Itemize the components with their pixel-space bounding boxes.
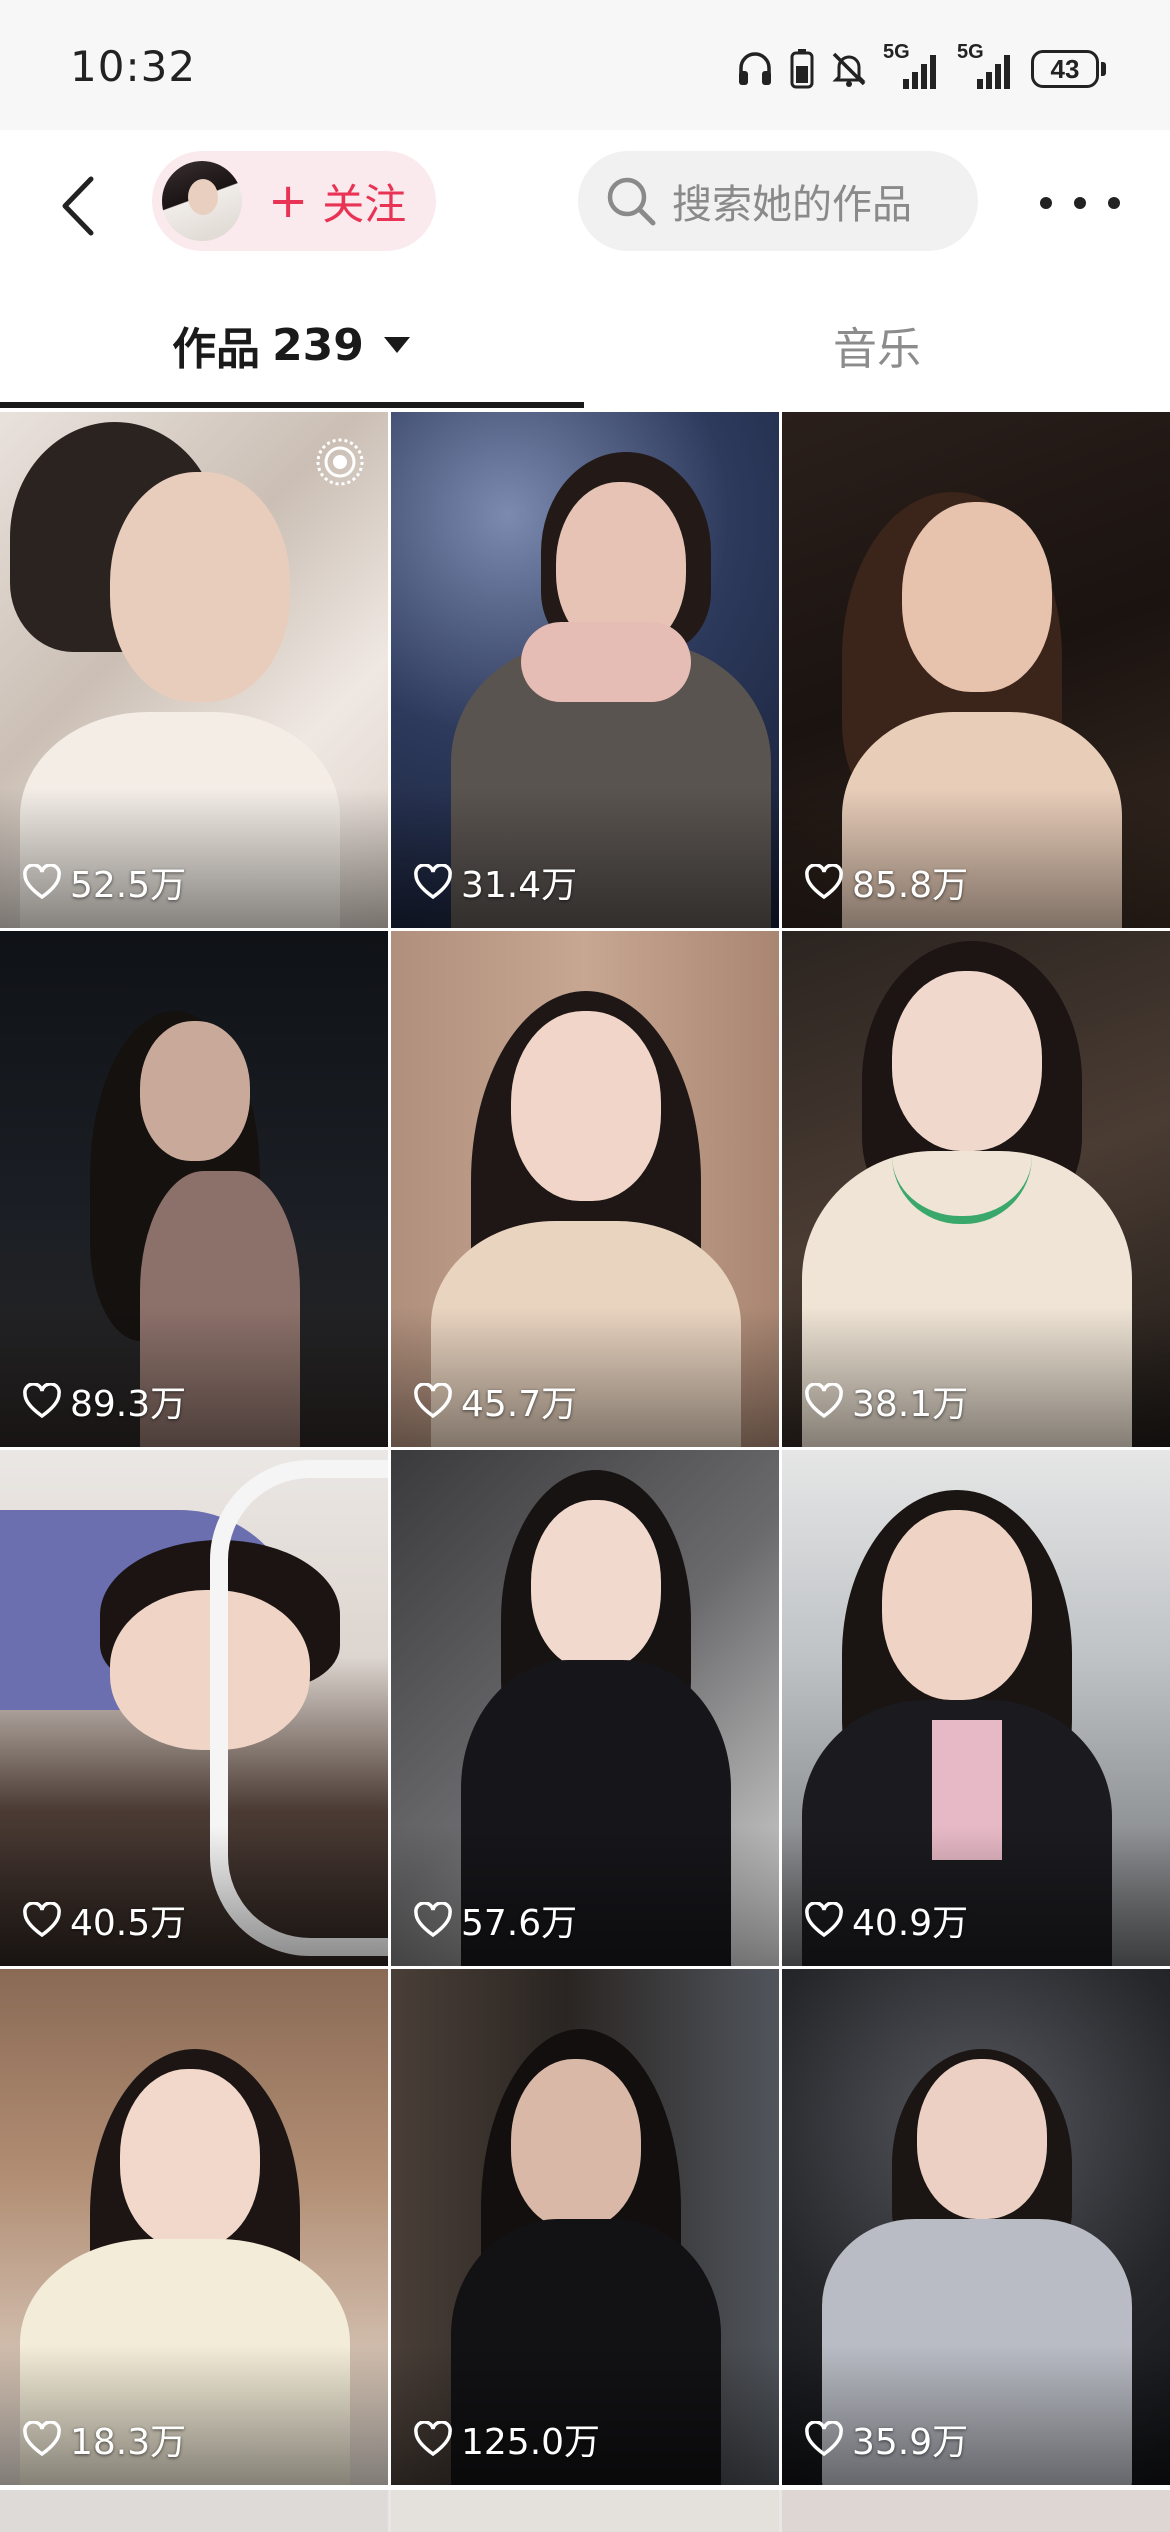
battery-saver-icon [789,48,815,90]
video-tile[interactable]: 35.9万 [782,1969,1170,2485]
tab-indicator [0,402,584,408]
video-tile[interactable]: 89.3万 [0,931,388,1447]
tab-music[interactable]: 音乐 [584,280,1170,410]
status-icons: 5G 5G 43 [735,41,1106,94]
headphones-icon [735,49,775,89]
search-icon [607,177,656,226]
like-count: 45.7万 [461,1384,578,1425]
tab-works[interactable]: 作品 239 [0,280,584,410]
battery-level: 43 [1031,50,1099,88]
heart-icon [805,1383,843,1419]
status-bar: 10:32 5G 5G 43 [0,0,1170,130]
like-count: 40.9万 [852,1903,969,1944]
tab-music-label: 音乐 [833,324,921,375]
like-count: 85.8万 [852,865,969,906]
avatar[interactable] [162,161,242,241]
search-input[interactable]: 搜索她的作品 [578,151,978,251]
back-arrow-icon [62,176,94,236]
status-time: 10:32 [70,42,197,91]
heart-icon [805,2421,843,2457]
live-photo-icon [316,438,364,486]
mute-icon [829,49,869,89]
battery-icon: 43 [1031,50,1106,88]
like-count: 18.3万 [70,2422,187,2463]
heart-icon [414,2421,452,2457]
follow-button[interactable]: + 关注 [152,151,436,251]
video-tile[interactable]: 52.5万 [0,412,388,928]
heart-icon [805,1902,843,1938]
profile-header: + 关注 搜索她的作品 [0,130,1170,280]
heart-icon [23,2421,61,2457]
video-tile[interactable]: 57.6万 [391,1450,779,1966]
tab-works-label: 作品 [172,324,261,375]
video-tile[interactable]: 18.3万 [0,1969,388,2485]
like-count: 35.9万 [852,2422,969,2463]
signal-icon: 5G [883,41,943,93]
heart-icon [414,864,452,900]
video-tile[interactable]: 45.7万 [391,931,779,1447]
search-placeholder: 搜索她的作品 [672,182,912,228]
more-icon[interactable] [1040,178,1120,228]
caret-down-icon[interactable] [382,335,412,355]
content-tabs: 作品 239 音乐 [0,280,1170,410]
like-count: 89.3万 [70,1384,187,1425]
heart-icon [23,864,61,900]
like-count: 40.5万 [70,1903,187,1944]
back-button[interactable] [42,168,112,244]
heart-icon [23,1383,61,1419]
like-count: 125.0万 [461,2422,601,2463]
heart-icon [23,1902,61,1938]
video-tile[interactable]: 40.9万 [782,1450,1170,1966]
video-tile[interactable]: 38.1万 [782,931,1170,1447]
like-count: 31.4万 [461,865,578,906]
video-tile[interactable]: 40.5万 [0,1450,388,1966]
like-count: 38.1万 [852,1384,969,1425]
video-tile[interactable]: 85.8万 [782,412,1170,928]
next-row-peek [0,2490,1170,2532]
heart-icon [414,1383,452,1419]
signal-icon: 5G [957,41,1017,93]
like-count: 57.6万 [461,1903,578,1944]
tab-works-count: 239 [272,319,364,371]
plus-icon: + [268,173,309,229]
heart-icon [805,864,843,900]
heart-icon [414,1902,452,1938]
follow-label: 关注 [322,179,407,229]
video-tile[interactable]: 125.0万 [391,1969,779,2485]
like-count: 52.5万 [70,865,187,906]
video-tile[interactable]: 31.4万 [391,412,779,928]
